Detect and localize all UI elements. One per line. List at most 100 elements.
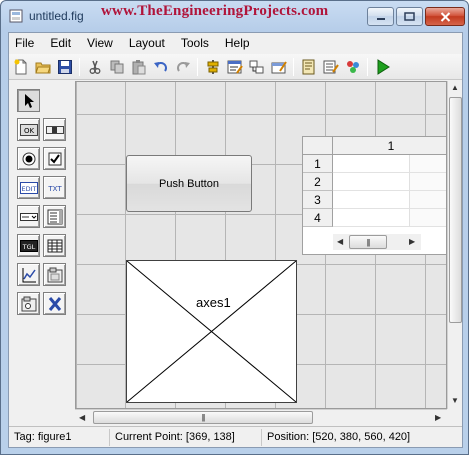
toggle-button-icon: TGL [19,239,38,252]
grip-icon: ||| [201,413,205,422]
table-row-header[interactable]: 2 [303,173,333,191]
layout-canvas[interactable]: Push Button 1 1 2 3 4 ◀ ||| ▶ axes1 [75,81,447,409]
scroll-left-icon[interactable]: ◀ [79,413,85,422]
table-cell[interactable] [333,173,409,191]
close-icon [440,11,450,22]
table-horizontal-scrollbar[interactable]: ◀ ||| ▶ [333,234,421,250]
table-cell[interactable] [333,191,409,209]
table-cell[interactable] [333,209,409,227]
scroll-down-icon[interactable]: ▼ [451,396,459,405]
menu-tools[interactable]: Tools [173,33,217,53]
listbox-tool[interactable] [43,205,66,228]
popup-menu-tool[interactable] [17,205,40,228]
horizontal-scroll-thumb[interactable]: ||| [93,411,313,424]
scroll-right-icon[interactable]: ▶ [435,413,441,422]
save-button[interactable] [55,57,75,77]
property-inspector-button[interactable] [321,57,341,77]
align-objects-button[interactable] [203,57,223,77]
menu-view[interactable]: View [79,33,121,53]
push-button-label: Push Button [159,177,219,190]
check-box-icon [48,152,61,165]
title-bar[interactable]: untitled.fig www.TheEngineeringProjects.… [1,1,468,31]
maximize-icon [404,12,415,21]
paste-button[interactable] [129,57,149,77]
minimize-button[interactable] [367,7,394,26]
popup-menu-icon [19,212,38,221]
watermark-text: www.TheEngineeringProjects.com [101,3,329,19]
push-button-component[interactable]: Push Button [126,155,252,212]
status-current-point: Current Point: [369, 138] [109,429,261,446]
static-text-icon: TXT [47,185,62,193]
undo-button[interactable] [151,57,171,77]
paste-icon [132,60,146,75]
menu-editor-button[interactable] [225,57,245,77]
axes-icon [22,267,36,282]
canvas-horizontal-scrollbar[interactable]: ◀ ||| ▶ [75,409,447,425]
table-cell-overflow [409,209,446,227]
scroll-left-icon[interactable]: ◀ [337,237,343,246]
button-group-tool[interactable] [17,292,40,315]
toolbar-editor-icon [271,61,287,74]
maximize-button[interactable] [396,7,423,26]
table-row-header[interactable]: 1 [303,155,333,173]
table-component[interactable]: 1 1 2 3 4 ◀ ||| ▶ [302,136,446,255]
scroll-up-icon[interactable]: ▲ [451,83,459,92]
table-icon [47,239,62,252]
slider-tool[interactable] [43,118,66,141]
open-folder-button[interactable] [33,57,53,77]
menu-help[interactable]: Help [217,33,258,53]
select-tool-button[interactable] [17,89,40,112]
copy-button[interactable] [107,57,127,77]
radio-button-tool[interactable] [17,147,40,170]
menu-editor-icon [227,60,243,74]
run-figure-button[interactable] [373,57,393,77]
copy-icon [110,60,124,74]
check-box-tool[interactable] [43,147,66,170]
axes-tool[interactable] [17,263,40,286]
arrow-cursor-icon [24,93,34,108]
redo-icon [177,62,190,72]
menu-file[interactable]: File [9,33,42,53]
palette-glyph-txt: TXT [47,185,62,193]
axes-component[interactable]: axes1 [126,260,297,403]
scroll-right-icon[interactable]: ▶ [409,237,415,246]
panel-tool[interactable] [43,263,66,286]
vertical-scroll-thumb[interactable] [449,97,462,323]
tab-order-editor-button[interactable] [247,57,267,77]
window-title: untitled.fig [29,9,84,23]
cut-button[interactable] [85,57,105,77]
activex-icon [48,296,61,311]
palette-glyph-edit: EDIT [21,185,36,193]
object-browser-button[interactable] [343,57,363,77]
edit-text-tool[interactable]: EDIT [17,176,40,199]
panel-icon [47,267,62,282]
close-button[interactable] [425,7,465,26]
editor-button[interactable] [299,57,319,77]
status-tag: Tag: figure1 [14,431,72,443]
table-row-header[interactable]: 3 [303,191,333,209]
redo-button[interactable] [173,57,193,77]
button-group-icon [21,296,36,311]
table-row-header[interactable]: 4 [303,209,333,227]
new-file-button[interactable] [11,57,31,77]
static-text-tool[interactable]: TXT [43,176,66,199]
activex-control-tool[interactable] [43,292,66,315]
table-column-header[interactable]: 1 [333,137,446,155]
run-icon [377,59,390,75]
palette-glyph-tgl: TGL [21,243,35,251]
push-button-tool[interactable]: OK [17,118,40,141]
axes-tag-label: axes1 [195,295,232,310]
menu-layout[interactable]: Layout [121,33,173,53]
toggle-button-tool[interactable]: TGL [17,234,40,257]
table-cell[interactable] [333,155,409,173]
toolbar-editor-button[interactable] [269,57,289,77]
canvas-vertical-scrollbar[interactable]: ▲ ▼ [447,81,462,409]
toolbar-separator [79,58,80,76]
client-area: File Edit View Layout Tools Help OK EDIT… [8,32,463,448]
table-scroll-thumb[interactable]: ||| [349,235,387,249]
menu-edit[interactable]: Edit [42,33,79,53]
figure-file-icon [9,9,23,23]
grid-line [76,82,77,408]
table-tool[interactable] [43,234,66,257]
axes-placeholder-cross [127,261,296,402]
